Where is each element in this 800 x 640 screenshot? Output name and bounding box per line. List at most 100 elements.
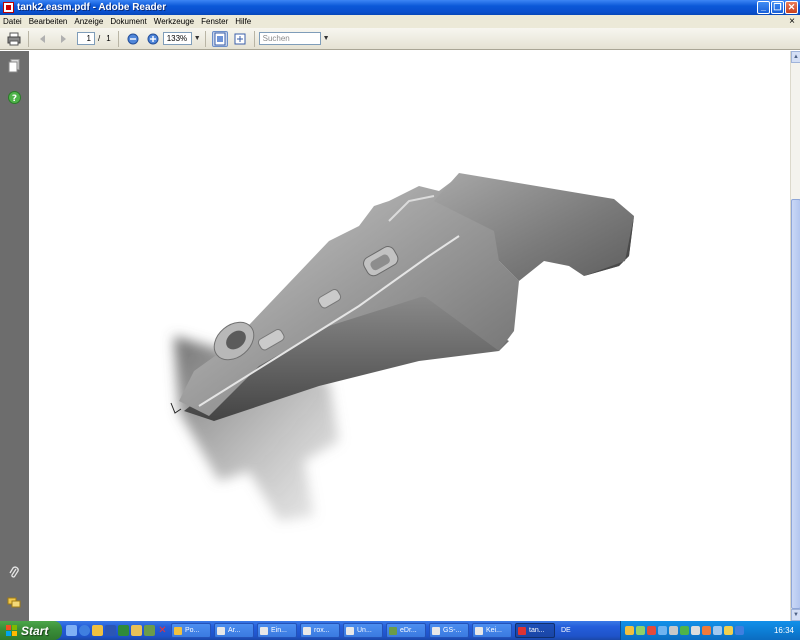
tray-icon[interactable] (647, 626, 656, 635)
task-icon (475, 626, 483, 635)
folder-icon[interactable] (131, 625, 142, 636)
fit-page-icon[interactable] (211, 30, 228, 47)
task-icon (303, 626, 311, 635)
taskbar: Start ✕ Po... Ar... Ein... rox... Un... … (0, 621, 800, 640)
taskbar-item[interactable]: Ein... (257, 623, 297, 638)
page-number-input[interactable]: 1 (77, 32, 95, 45)
svg-text:?: ? (11, 94, 16, 104)
document-close-button[interactable]: × (789, 16, 795, 27)
toolbar-separator (117, 30, 119, 47)
minimize-button[interactable]: _ (757, 1, 770, 14)
desktop-icon[interactable] (66, 625, 77, 636)
adobe-reader-icon (3, 2, 14, 13)
menu-bar: Datei Bearbeiten Anzeige Dokument Werkze… (0, 15, 800, 28)
taskbar-item-label: Ar... (228, 627, 241, 634)
browser-icon[interactable] (79, 625, 90, 636)
title-bar: tank2.easm.pdf - Adobe Reader _ ❐ ✕ (0, 0, 800, 15)
3d-model-render[interactable] (29, 51, 790, 621)
taskbar-item[interactable]: GS-... (429, 623, 469, 638)
task-icon (432, 626, 440, 635)
menu-fenster[interactable]: Fenster (201, 17, 228, 26)
taskbar-item-label: GS-... (443, 627, 462, 634)
scroll-thumb[interactable] (791, 199, 800, 609)
tray-icon[interactable] (636, 626, 645, 635)
window-title: tank2.easm.pdf - Adobe Reader (17, 2, 167, 13)
toolbar-separator (28, 30, 29, 47)
taskbar-item-label: Kei... (486, 627, 502, 634)
start-button[interactable]: Start (0, 621, 62, 640)
taskbar-item-label: eDr... (400, 627, 417, 634)
menu-hilfe[interactable]: Hilfe (235, 17, 251, 26)
previous-page-icon[interactable] (35, 31, 51, 47)
language-indicator[interactable]: DE (561, 627, 571, 634)
tray-icon[interactable] (735, 626, 744, 635)
page-separator: / (98, 34, 101, 43)
tray-icon[interactable] (691, 626, 700, 635)
zoom-level-field[interactable]: 133% (162, 32, 192, 45)
menu-anzeige[interactable]: Anzeige (74, 17, 103, 26)
scroll-down-icon[interactable]: ▼ (791, 609, 800, 621)
menu-bearbeiten[interactable]: Bearbeiten (29, 17, 68, 26)
scroll-up-icon[interactable]: ▲ (791, 51, 800, 63)
maximize-button[interactable]: ❐ (771, 1, 784, 14)
start-label: Start (21, 623, 49, 638)
attachments-icon[interactable] (7, 566, 21, 580)
tray-icon[interactable] (713, 626, 722, 635)
toolbar-separator (204, 30, 206, 47)
taskbar-item-label: Po... (185, 627, 200, 634)
task-icon (389, 626, 397, 635)
document-view[interactable] (29, 51, 790, 621)
task-icon (518, 626, 526, 635)
quick-launch: ✕ (66, 625, 168, 636)
menu-werkzeuge[interactable]: Werkzeuge (154, 17, 194, 26)
task-icon (174, 626, 182, 635)
taskbar-item[interactable]: eDr... (386, 623, 426, 638)
menu-dokument[interactable]: Dokument (110, 17, 146, 26)
search-dropdown-icon[interactable]: ▼ (323, 35, 330, 42)
zoom-dropdown-icon[interactable]: ▼ (194, 35, 201, 42)
word-icon[interactable] (105, 625, 116, 636)
taskbar-item-label: Ein... (271, 627, 287, 634)
tray-icon[interactable] (680, 626, 689, 635)
next-page-icon[interactable] (55, 31, 71, 47)
excel-icon[interactable] (118, 625, 129, 636)
toolbar-separator (253, 30, 255, 47)
pages-icon[interactable] (7, 59, 21, 73)
tray-icon[interactable] (669, 626, 678, 635)
clock: 16:34 (773, 626, 794, 635)
taskbar-item[interactable]: Ar... (214, 623, 254, 638)
task-icon (260, 626, 268, 635)
app-icon[interactable] (144, 625, 155, 636)
taskbar-item-label: Un... (357, 627, 372, 634)
taskbar-item[interactable]: Po... (171, 623, 211, 638)
navigation-panel: ? (0, 51, 29, 621)
taskbar-item[interactable]: Un... (343, 623, 383, 638)
comments-icon[interactable] (7, 596, 21, 610)
mail-icon[interactable] (92, 625, 103, 636)
menu-datei[interactable]: Datei (3, 17, 22, 26)
window-controls: _ ❐ ✕ (757, 1, 798, 14)
tray-icon[interactable] (658, 626, 667, 635)
taskbar-item-label: rox... (314, 627, 330, 634)
help-icon[interactable]: ? (7, 90, 21, 104)
taskbar-item[interactable]: rox... (300, 623, 340, 638)
windows-logo-icon (6, 625, 17, 636)
close-icon[interactable]: ✕ (157, 625, 168, 636)
zoom-in-icon[interactable] (145, 31, 161, 47)
zoom-out-icon[interactable] (125, 31, 141, 47)
close-button[interactable]: ✕ (785, 1, 798, 14)
tray-icon[interactable] (724, 626, 733, 635)
print-icon[interactable] (6, 31, 22, 47)
page-total: 1 (106, 34, 111, 43)
toolbar: 1 / 1 133% ▼ Suchen ▼ (0, 28, 800, 50)
search-input[interactable]: Suchen (258, 32, 321, 45)
tray-icon[interactable] (702, 626, 711, 635)
task-icon (346, 626, 354, 635)
vertical-scrollbar[interactable]: ▲ ▼ (790, 51, 800, 621)
taskbar-item-label: tan... (529, 627, 545, 634)
taskbar-item-active[interactable]: tan... (515, 623, 555, 638)
taskbar-item[interactable]: Kei... (472, 623, 512, 638)
tray-icon[interactable] (625, 626, 634, 635)
fit-width-icon[interactable] (232, 31, 248, 47)
task-icon (217, 626, 225, 635)
